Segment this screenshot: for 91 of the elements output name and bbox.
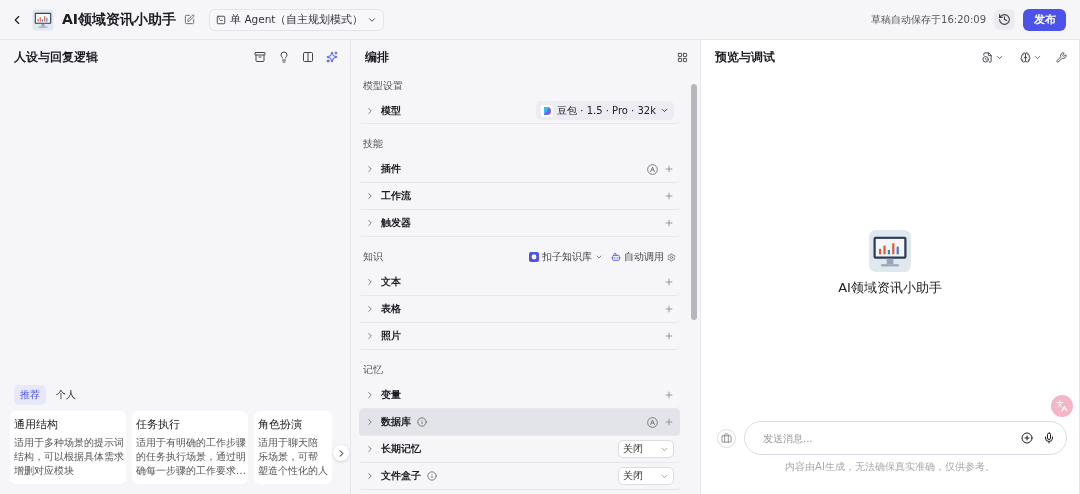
sparkles-icon[interactable]	[326, 51, 338, 63]
expand-icon[interactable]	[365, 417, 375, 427]
model-select[interactable]: 豆包 · 1.5 · Pro · 32k	[536, 101, 674, 120]
config-row[interactable]: 模型 豆包 · 1.5 · Pro · 32k	[359, 98, 680, 124]
expand-icon[interactable]	[365, 164, 375, 174]
mode-select[interactable]: 单 Agent（自主规划模式）	[209, 8, 385, 31]
compare-icon[interactable]	[302, 51, 314, 63]
config-row[interactable]: 照片	[359, 323, 680, 350]
template-card[interactable]: 通用结构 适用于多种场景的提示词 结构，可以根据具体需求 增删对应模块	[10, 411, 126, 484]
bot-name: AI领域资讯小助手	[62, 10, 177, 29]
expand-icon[interactable]	[365, 390, 375, 400]
knowledge-base-icon	[529, 252, 539, 262]
config-row[interactable]: 表格	[359, 296, 680, 323]
section-heading: 技能	[362, 137, 384, 151]
section-heading: 知识	[362, 250, 384, 264]
info-icon[interactable]	[417, 417, 427, 427]
expand-icon[interactable]	[365, 191, 375, 201]
add-icon[interactable]	[1021, 432, 1033, 444]
row-label: 表格	[381, 302, 401, 316]
expand-icon[interactable]	[365, 331, 375, 341]
template-card[interactable]: 角色扮演 适用于聊天陪 乐场景，可帮 塑造个性化的人	[254, 411, 332, 484]
template-card[interactable]: 任务执行 适用于有明确的工作步骤 的任务执行场景，通过明 确每一步骤的工作要求…	[132, 411, 248, 484]
config-row[interactable]: 长期记忆 关闭	[359, 436, 680, 463]
row-label: 文件盒子	[381, 469, 421, 483]
microphone-icon[interactable]	[1043, 432, 1055, 444]
translate-icon	[1056, 400, 1068, 412]
row-label: 数据库	[381, 415, 411, 429]
translate-button[interactable]	[1051, 395, 1073, 417]
row-label: 照片	[381, 329, 401, 343]
message-input[interactable]: 发送消息...	[744, 421, 1067, 455]
history-button[interactable]	[994, 9, 1015, 30]
bot-avatar	[32, 8, 54, 31]
config-row[interactable]: 工作流	[359, 183, 680, 210]
publish-button[interactable]: 发布	[1023, 8, 1066, 31]
file-clock-icon	[982, 51, 993, 63]
template-description: 适用于有明确的工作步骤 的任务执行场景，通过明 确每一步骤的工作要求…	[136, 436, 245, 478]
template-description: 适用于聊天陪 乐场景，可帮 塑造个性化的人	[258, 436, 329, 478]
panel-title: 预览与调试	[715, 48, 776, 66]
expand-icon[interactable]	[365, 471, 375, 481]
config-row[interactable]: 文本	[359, 269, 680, 296]
config-row[interactable]: 插件	[359, 156, 680, 183]
scrollbar-thumb[interactable]	[691, 84, 697, 320]
config-row[interactable]: 触发器	[359, 210, 680, 237]
template-tab[interactable]: 个人	[50, 385, 82, 405]
auto-call-button[interactable]: 自动调用	[607, 250, 680, 264]
row-label: 模型	[381, 103, 401, 118]
bot-avatar	[868, 228, 912, 273]
wrench-icon[interactable]	[1056, 51, 1067, 63]
config-row[interactable]: 文件盒子 关闭	[359, 463, 680, 490]
toggle-select[interactable]: 关闭	[618, 440, 674, 458]
next-button[interactable]	[333, 445, 349, 461]
chevron-down-icon	[595, 253, 603, 261]
template-title: 角色扮演	[258, 417, 303, 432]
config-row[interactable]: 数据库	[359, 409, 680, 436]
edit-icon[interactable]	[184, 14, 196, 25]
template-title: 任务执行	[136, 417, 181, 432]
archive-icon[interactable]	[254, 51, 266, 63]
toggle-select[interactable]: 关闭	[618, 467, 674, 485]
row-label: 文本	[381, 275, 401, 289]
chevron-down-icon	[660, 106, 669, 115]
history-icon	[998, 13, 1011, 26]
brain-icon	[1020, 51, 1031, 63]
template-title: 通用结构	[14, 417, 59, 432]
model-logo	[541, 104, 554, 117]
row-label: 变量	[381, 388, 401, 402]
template-description: 适用于多种场景的提示词 结构，可以根据具体需求 增删对应模块	[14, 436, 123, 478]
terminal-icon	[216, 14, 227, 25]
info-icon[interactable]	[427, 471, 437, 481]
settings-icon[interactable]	[667, 252, 676, 262]
expand-icon[interactable]	[365, 304, 375, 314]
row-label: 触发器	[381, 216, 411, 230]
robot-icon	[611, 252, 621, 262]
section-heading: 记忆	[362, 363, 384, 377]
expand-icon[interactable]	[365, 218, 375, 228]
knowledge-base-select[interactable]: 扣子知识库	[525, 250, 607, 264]
expand-icon[interactable]	[365, 277, 375, 287]
briefcase-icon	[721, 432, 732, 444]
grid-icon[interactable]	[677, 51, 688, 63]
row-label: 长期记忆	[381, 442, 421, 456]
expand-icon[interactable]	[365, 105, 375, 116]
row-label: 工作流	[381, 189, 411, 203]
autosave-status: 草稿自动保存于16:20:09	[871, 12, 986, 27]
lightbulb-icon[interactable]	[278, 51, 290, 63]
row-label: 插件	[381, 162, 401, 176]
disclaimer: 内容由AI生成，无法确保真实准确，仅供参考。	[785, 460, 995, 474]
panel-title: 人设与回复逻辑	[14, 48, 99, 66]
template-tab[interactable]: 推荐	[14, 385, 46, 405]
bot-name: AI领域资讯小助手	[838, 278, 942, 297]
section-heading: 模型设置	[362, 79, 404, 93]
expand-icon[interactable]	[365, 444, 375, 454]
panel-title: 编排	[365, 48, 390, 66]
